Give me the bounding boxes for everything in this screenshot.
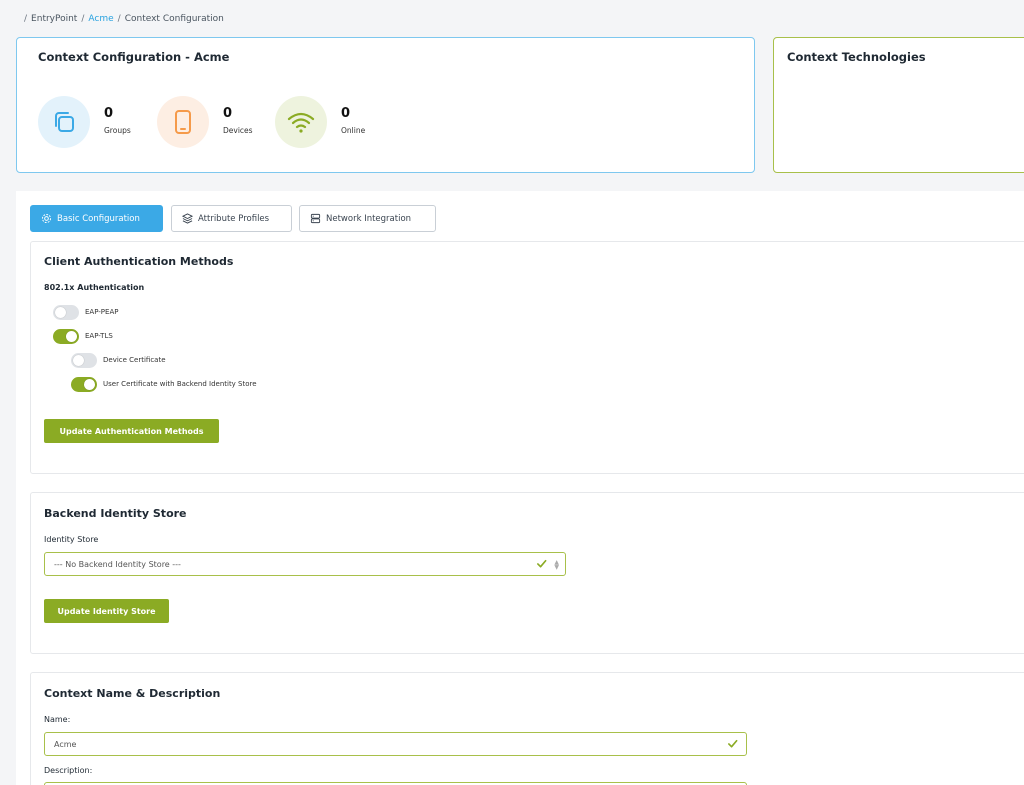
dot1x-subtitle: 802.1x Authentication [44, 283, 145, 292]
tablet-icon [175, 110, 191, 134]
identity-store-label: Identity Store [44, 535, 99, 544]
identity-store-section: Backend Identity Store Identity Store --… [30, 492, 1024, 654]
layers-icon [182, 213, 193, 224]
device-certificate-toggle[interactable] [71, 352, 97, 368]
device-certificate-label: Device Certificate [103, 356, 166, 364]
context-name-title: Context Name & Description [44, 687, 221, 700]
identity-store-title: Backend Identity Store [44, 507, 187, 520]
wifi-icon [287, 112, 315, 133]
breadcrumb: / EntryPoint / Acme / Context Configuration [24, 14, 224, 24]
context-technologies-card: Context Technologies [773, 37, 1024, 173]
user-certificate-toggle[interactable] [71, 376, 97, 392]
check-icon [537, 559, 547, 568]
tab-network-integration[interactable]: Network Integration [299, 205, 436, 232]
breadcrumb-acme[interactable]: Acme [88, 14, 113, 24]
breadcrumb-current: Context Configuration [124, 14, 224, 24]
server-icon [310, 213, 321, 224]
online-count: 0 [341, 106, 351, 121]
context-name-section: Context Name & Description Name: Acme De… [30, 672, 1024, 785]
breadcrumb-entrypoint[interactable]: EntryPoint [31, 14, 77, 24]
update-auth-methods-button[interactable]: Update Authentication Methods [44, 419, 219, 443]
copy-icon [55, 112, 74, 132]
toggle-row-user-certificate: User Certificate with Backend Identity S… [71, 376, 257, 392]
context-summary-card: Context Configuration - Acme 0 Groups 0 … [16, 37, 755, 173]
toggle-row-eap-peap: EAP-PEAP [53, 304, 118, 320]
name-input[interactable]: Acme [44, 732, 747, 756]
devices-count: 0 [223, 106, 233, 121]
eap-peap-toggle[interactable] [53, 304, 79, 320]
name-input-value: Acme [54, 739, 77, 749]
context-card-title: Context Configuration - Acme [38, 50, 230, 64]
tab-basic-configuration[interactable]: Basic Configuration [30, 205, 163, 232]
gear-icon [41, 213, 52, 224]
update-identity-store-button[interactable]: Update Identity Store [44, 599, 169, 623]
tech-card-title: Context Technologies [787, 50, 926, 64]
description-label: Description: [44, 766, 93, 775]
groups-label: Groups [104, 126, 131, 135]
client-auth-section: Client Authentication Methods 802.1x Aut… [30, 241, 1024, 474]
check-icon [728, 739, 738, 748]
user-certificate-label: User Certificate with Backend Identity S… [103, 380, 257, 388]
toggle-row-device-certificate: Device Certificate [71, 352, 166, 368]
tab-network-integration-label: Network Integration [326, 213, 412, 224]
eap-tls-toggle[interactable] [53, 328, 79, 344]
tab-attribute-profiles-label: Attribute Profiles [198, 213, 270, 224]
client-auth-title: Client Authentication Methods [44, 255, 234, 268]
identity-store-select[interactable]: --- No Backend Identity Store --- ▲ ▼ [44, 552, 566, 576]
toggle-row-eap-tls: EAP-TLS [53, 328, 113, 344]
tab-attribute-profiles[interactable]: Attribute Profiles [171, 205, 292, 232]
groups-count: 0 [104, 106, 114, 121]
devices-label: Devices [223, 126, 253, 135]
eap-tls-label: EAP-TLS [85, 332, 113, 340]
eap-peap-label: EAP-PEAP [85, 308, 119, 316]
select-arrows-icon: ▲ ▼ [554, 559, 559, 571]
tab-basic-configuration-label: Basic Configuration [57, 213, 140, 224]
name-label: Name: [44, 715, 71, 724]
online-label: Online [341, 126, 366, 135]
identity-store-selected: --- No Backend Identity Store --- [54, 559, 181, 569]
